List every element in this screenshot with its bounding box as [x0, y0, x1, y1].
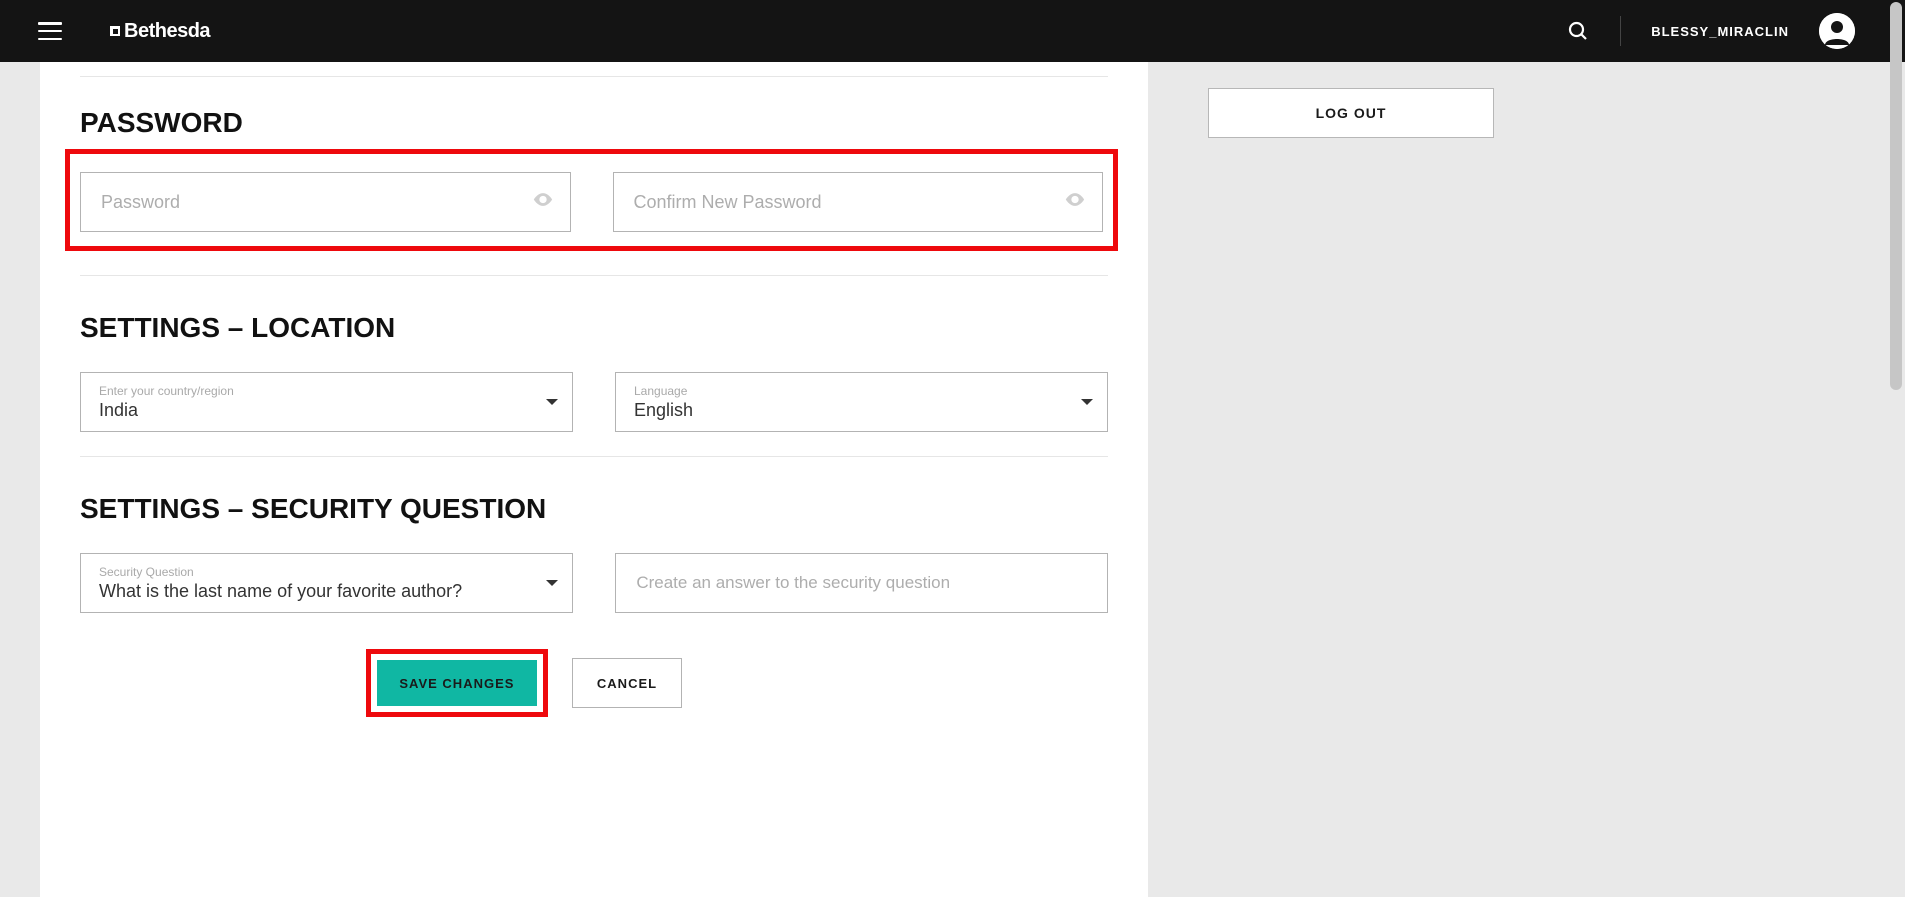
confirm-password-field-wrap [613, 172, 1104, 232]
language-value: English [634, 400, 1063, 421]
chevron-down-icon [546, 399, 558, 405]
logout-button[interactable]: LOG OUT [1208, 88, 1494, 138]
save-highlight: SAVE CHANGES [366, 649, 548, 717]
brand-text: Bethesda [124, 20, 210, 43]
form-buttons: SAVE CHANGES CANCEL [40, 649, 1108, 717]
location-section-title: SETTINGS – LOCATION [80, 312, 1108, 344]
security-answer-wrap [615, 553, 1108, 613]
language-select[interactable]: Language English [615, 372, 1108, 432]
section-divider [80, 76, 1108, 77]
brand-logo[interactable]: Bethesda [110, 20, 210, 43]
security-question-value: What is the last name of your favorite a… [99, 581, 528, 602]
settings-panel: PASSWORD [40, 62, 1148, 897]
header-divider [1620, 16, 1621, 46]
cancel-button[interactable]: CANCEL [572, 658, 682, 708]
security-question-label: Security Question [99, 565, 528, 579]
eye-icon[interactable] [532, 189, 554, 216]
header-right: BLESSY_MIRACLIN [1566, 13, 1867, 49]
language-label: Language [634, 384, 1063, 398]
avatar-icon[interactable] [1819, 13, 1855, 49]
side-panel: LOG OUT [1208, 62, 1588, 138]
country-value: India [99, 400, 528, 421]
password-input[interactable] [81, 173, 570, 231]
app-header: Bethesda BLESSY_MIRACLIN [0, 0, 1905, 62]
chevron-down-icon [546, 580, 558, 586]
save-button[interactable]: SAVE CHANGES [377, 660, 537, 706]
country-select[interactable]: Enter your country/region India [80, 372, 573, 432]
password-section-title: PASSWORD [80, 107, 1108, 139]
section-divider [80, 456, 1108, 457]
username-link[interactable]: BLESSY_MIRACLIN [1651, 24, 1789, 39]
security-question-select[interactable]: Security Question What is the last name … [80, 553, 573, 613]
search-icon[interactable] [1566, 19, 1590, 43]
menu-icon[interactable] [38, 22, 62, 40]
password-highlight [65, 149, 1118, 251]
chevron-down-icon [1081, 399, 1093, 405]
security-answer-input[interactable] [616, 554, 1107, 612]
country-label: Enter your country/region [99, 384, 528, 398]
section-divider [80, 275, 1108, 276]
page-body: PASSWORD [0, 62, 1905, 897]
eye-icon[interactable] [1064, 189, 1086, 216]
header-left: Bethesda [38, 20, 210, 43]
logo-mark-icon [110, 26, 120, 36]
scrollbar[interactable] [1890, 2, 1902, 390]
security-section-title: SETTINGS – SECURITY QUESTION [80, 493, 1108, 525]
password-field-wrap [80, 172, 571, 232]
confirm-password-input[interactable] [614, 173, 1103, 231]
